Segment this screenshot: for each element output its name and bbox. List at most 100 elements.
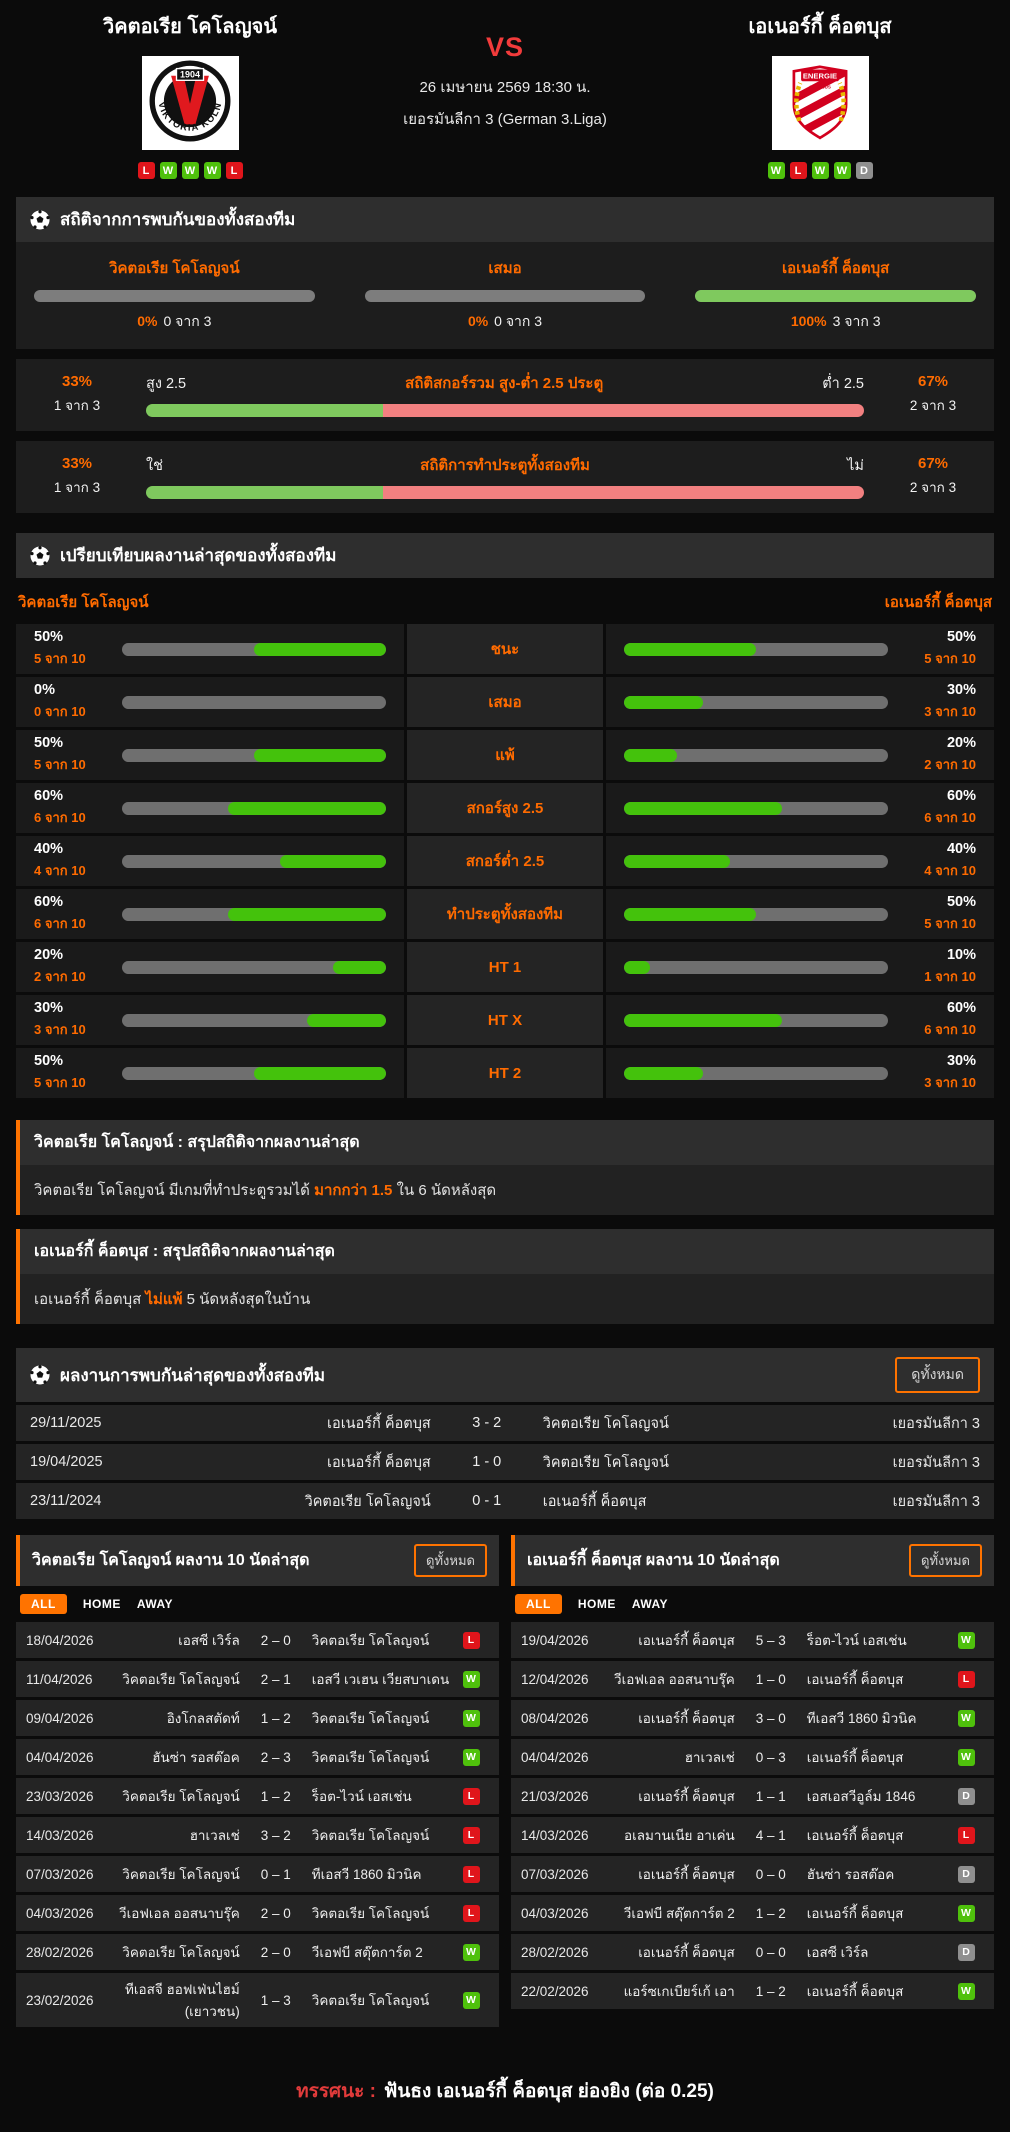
match-row[interactable]: 09/04/2026 อิงโกลสตัดท์ 1 – 2 วิคตอเรีย … xyxy=(16,1700,499,1736)
match-date: 22/02/2026 xyxy=(521,1984,613,1999)
comparison-section: เปรียบเทียบผลงานล่าสุดของทั้งสองทีม วิคต… xyxy=(0,533,1010,1098)
comparison-stat-label: HT 2 xyxy=(407,1048,603,1098)
h2h-result-row[interactable]: 23/11/2024 วิคตอเรีย โคโลญจน์ 0 - 1 เอเน… xyxy=(16,1483,994,1519)
match-date: 14/03/2026 xyxy=(521,1828,613,1843)
home-summary-text-after: ใน 6 นัดหลังสุด xyxy=(392,1182,496,1199)
home-summary-title: วิคตอเรีย โคโลญจน์ : สรุปสถิติจากผลงานล่… xyxy=(20,1120,994,1165)
result-badge: L xyxy=(958,1671,975,1688)
match-row[interactable]: 19/04/2026 เอเนอร์กี้ ค็อตบุส 5 – 3 ร็อต… xyxy=(511,1622,994,1658)
h2h-away-bar xyxy=(695,290,976,302)
match-score: 1 – 2 xyxy=(248,1789,304,1804)
match-row[interactable]: 18/04/2026 เอสซี เวิร์ล 2 – 0 วิคตอเรีย … xyxy=(16,1622,499,1658)
result-badge: W xyxy=(958,1710,975,1727)
home-summary-text: วิคตอเรีย โคโลญจน์ มีเกมที่ทำประตูรวมได้ xyxy=(34,1182,314,1199)
comparison-away-cell: 10% 1 จาก 10 xyxy=(606,942,994,992)
result-badge: L xyxy=(463,1866,480,1883)
match-row[interactable]: 21/03/2026 เอเนอร์กี้ ค็อตบุส 1 – 1 เอสเ… xyxy=(511,1778,994,1814)
home-summary-card: วิคตอเรีย โคโลญจน์ : สรุปสถิติจากผลงานล่… xyxy=(16,1120,994,1215)
result-badge: D xyxy=(958,1944,975,1961)
match-row[interactable]: 22/02/2026 แอร์ซเกเบียร์เก้ เอา 1 – 2 เอ… xyxy=(511,1973,994,2009)
home-count: 6 จาก 10 xyxy=(34,916,86,931)
ou-left-pct: 33% xyxy=(34,373,120,390)
away-team: ร็อต-ไวน์ เอสเช่น xyxy=(304,1785,453,1807)
away-team: เอเนอร์กี้ ค็อตบุส xyxy=(799,1668,948,1690)
comparison-stat-label: สกอร์ต่ำ 2.5 xyxy=(407,836,603,886)
comparison-row: 60% 6 จาก 10 สกอร์สูง 2.5 60% 6 จาก 10 xyxy=(16,783,994,833)
away-team: เอเนอร์กี้ ค็อตบุส xyxy=(799,1980,948,2002)
over-under-card: 33% 1 จาก 3 สูง 2.5 สถิติสกอร์รวม สูง-ต่… xyxy=(16,359,994,431)
soccer-ball-icon xyxy=(30,546,50,566)
away-team: เอเนอร์กี้ ค็อตบุส xyxy=(529,1490,820,1513)
away-team: ทีเอสวี 1860 มิวนิค xyxy=(799,1707,948,1729)
match-score: 3 - 2 xyxy=(445,1415,529,1431)
match-row[interactable]: 28/02/2026 เอเนอร์กี้ ค็อตบุส 0 – 0 เอสซ… xyxy=(511,1934,994,1970)
away-team: เอเนอร์กี้ ค็อตบุส xyxy=(799,1902,948,1924)
h2h-home-count: 0 จาก 3 xyxy=(164,313,212,329)
prediction-tip: ทรรศนะ : ฟันธง เอเนอร์กี้ ค็อตบุส ย่องยิง… xyxy=(0,2076,1010,2106)
away-last10-view-all-button[interactable]: ดูทั้งหมด xyxy=(909,1544,982,1577)
match-row[interactable]: 07/03/2026 เอเนอร์กี้ ค็อตบุส 0 – 0 ฮันซ… xyxy=(511,1856,994,1892)
away-team: เอสวี เวเฮน เวียสบาเดน xyxy=(304,1668,453,1690)
result-badge: W xyxy=(958,1632,975,1649)
away-bar xyxy=(624,643,888,656)
match-header: วิคตอเรีย โคโลญจน์ 1904 VIKTORIA KÖLN xyxy=(0,0,1010,179)
result-badge: L xyxy=(463,1905,480,1922)
h2h-draw-count: 0 จาก 3 xyxy=(494,313,542,329)
result-badge: W xyxy=(463,1671,480,1688)
home-pct: 20% xyxy=(34,947,106,963)
match-row[interactable]: 28/02/2026 วิคตอเรีย โคโลญจน์ 2 – 0 วีเอ… xyxy=(16,1934,499,1970)
match-row[interactable]: 23/03/2026 วิคตอเรีย โคโลญจน์ 1 – 2 ร็อต… xyxy=(16,1778,499,1814)
h2h-away-count: 3 จาก 3 xyxy=(833,313,881,329)
match-date: 29/11/2025 xyxy=(30,1415,180,1431)
svg-text:COTTBUS: COTTBUS xyxy=(809,84,831,89)
home-team: ฮาเวลเช่ xyxy=(118,1824,248,1846)
match-row[interactable]: 12/04/2026 วีเอฟเอล ออสนาบรุ๊ค 1 – 0 เอเ… xyxy=(511,1661,994,1697)
match-row[interactable]: 11/04/2026 วิคตอเรีย โคโลญจน์ 2 – 1 เอสว… xyxy=(16,1661,499,1697)
tab-home[interactable]: HOME xyxy=(578,1597,616,1611)
home-team: อเลมานเนีย อาเค่น xyxy=(613,1824,743,1846)
home-last10-view-all-button[interactable]: ดูทั้งหมด xyxy=(414,1544,487,1577)
tab-all[interactable]: ALL xyxy=(515,1594,562,1614)
match-row[interactable]: 04/03/2026 วีเอฟเอล ออสนาบรุ๊ค 2 – 0 วิค… xyxy=(16,1895,499,1931)
away-team: วีเอฟบี สตุ๊ตการ์ต 2 xyxy=(304,1941,453,1963)
match-stats-page: { "header": { "vs": "VS", "datetime": "2… xyxy=(0,0,1010,2132)
away-count: 3 จาก 10 xyxy=(924,1075,976,1090)
match-date: 04/03/2026 xyxy=(521,1906,613,1921)
match-row[interactable]: 04/04/2026 ฮันซ่า รอสต๊อค 2 – 3 วิคตอเรี… xyxy=(16,1739,499,1775)
comparison-away-cell: 30% 3 จาก 10 xyxy=(606,1048,994,1098)
tab-all[interactable]: ALL xyxy=(20,1594,67,1614)
tab-home[interactable]: HOME xyxy=(83,1597,121,1611)
away-last10-table: เอเนอร์กี้ ค็อตบุส ผลงาน 10 นัดล่าสุด ดู… xyxy=(511,1535,994,2012)
match-score: 0 - 1 xyxy=(445,1493,529,1509)
h2h-view-all-button[interactable]: ดูทั้งหมด xyxy=(895,1357,980,1393)
match-score: 2 – 0 xyxy=(248,1633,304,1648)
tab-away[interactable]: AWAY xyxy=(137,1597,173,1611)
home-team-block: วิคตอเรีย โคโลญจน์ 1904 VIKTORIA KÖLN xyxy=(40,10,340,179)
btts-bar xyxy=(146,486,864,499)
home-bar xyxy=(122,802,386,815)
home-team-name: วิคตอเรีย โคโลญจน์ xyxy=(40,10,340,42)
home-team: วิคตอเรีย โคโลญจน์ xyxy=(118,1863,248,1885)
tip-text: ฟันธง เอเนอร์กี้ ค็อตบุส ย่องยิง (ต่อ 0.… xyxy=(384,2081,714,2102)
h2h-results-header: ผลงานการพบกันล่าสุดของทั้งสองทีม ดูทั้งห… xyxy=(16,1348,994,1402)
result-badge: W xyxy=(958,1749,975,1766)
match-date: 12/04/2026 xyxy=(521,1672,613,1687)
match-row[interactable]: 08/04/2026 เอเนอร์กี้ ค็อตบุส 3 – 0 ทีเอ… xyxy=(511,1700,994,1736)
away-team-name: เอเนอร์กี้ ค็อตบุส xyxy=(670,10,970,42)
ou-left-count: 1 จาก 3 xyxy=(54,398,100,413)
match-row[interactable]: 23/02/2026 ทีเอสจี ฮอฟเฟ่นไฮม์ (เยาวชน) … xyxy=(16,1973,499,2027)
match-row[interactable]: 04/03/2026 วีเอฟบี สตุ๊ตการ์ต 2 1 – 2 เอ… xyxy=(511,1895,994,1931)
match-row[interactable]: 07/03/2026 วิคตอเรีย โคโลญจน์ 0 – 1 ทีเอ… xyxy=(16,1856,499,1892)
match-row[interactable]: 04/04/2026 ฮาเวลเช่ 0 – 3 เอเนอร์กี้ ค็อ… xyxy=(511,1739,994,1775)
h2h-result-row[interactable]: 19/04/2025 เอเนอร์กี้ ค็อตบุส 1 - 0 วิคต… xyxy=(16,1444,994,1480)
match-date: 18/04/2026 xyxy=(26,1633,118,1648)
h2h-draw-pct: 0% xyxy=(468,313,488,329)
match-score: 0 – 3 xyxy=(743,1750,799,1765)
comparison-row: 30% 3 จาก 10 HT X 60% 6 จาก 10 xyxy=(16,995,994,1045)
match-row[interactable]: 14/03/2026 ฮาเวลเช่ 3 – 2 วิคตอเรีย โคโล… xyxy=(16,1817,499,1853)
match-row[interactable]: 14/03/2026 อเลมานเนีย อาเค่น 4 – 1 เอเนอ… xyxy=(511,1817,994,1853)
tab-away[interactable]: AWAY xyxy=(632,1597,668,1611)
h2h-result-row[interactable]: 29/11/2025 เอเนอร์กี้ ค็อตบุส 3 - 2 วิคต… xyxy=(16,1405,994,1441)
match-date: 09/04/2026 xyxy=(26,1711,118,1726)
tip-label: ทรรศนะ : xyxy=(296,2081,376,2102)
